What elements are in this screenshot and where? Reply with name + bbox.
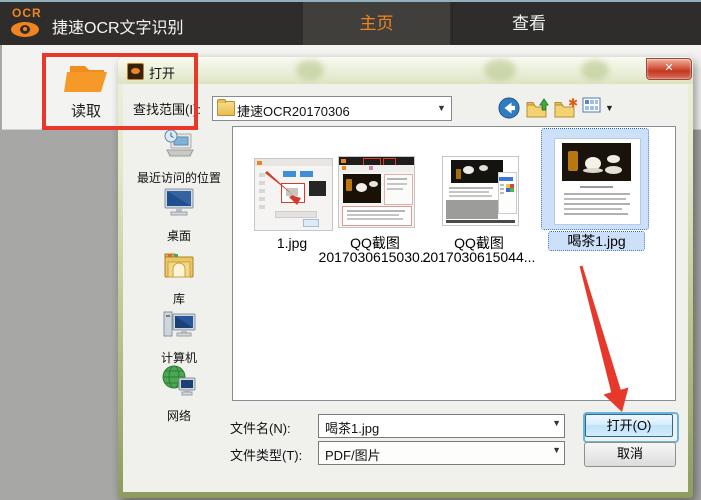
chevron-down-icon[interactable]: ▼ <box>552 418 561 428</box>
file-label-line2[interactable]: 2017030615030... <box>315 249 435 265</box>
up-folder-icon[interactable] <box>526 97 550 120</box>
sidebar-item-network[interactable]: 网络 <box>129 364 229 424</box>
tab-view[interactable]: 查看 <box>452 2 605 45</box>
logo-text: OCR <box>12 6 42 20</box>
filetype-label: 文件类型(T): <box>230 448 303 463</box>
open-file-dialog: 打开 ✕ 查找范围(I): 捷速OCR20170306 ▼ ✱ ▼ 最近访问的位… <box>118 57 693 498</box>
ocr-logo-icon: OCR <box>9 5 47 43</box>
folder-icon <box>217 99 235 116</box>
sidebar-item-label: 库 <box>172 292 185 306</box>
dialog-titlebar: 打开 <box>118 57 693 84</box>
views-caret-icon[interactable]: ▼ <box>605 103 614 113</box>
chevron-down-icon[interactable]: ▼ <box>552 445 561 455</box>
look-in-combobox[interactable]: 捷速OCR20170306 ▼ <box>212 96 452 121</box>
app-window: OCR 捷速OCR文字识别 主页 查看 读取 打开 ✕ 查找范围(I): 捷速O… <box>0 0 701 500</box>
filename-combobox[interactable]: 喝茶1.jpg ▼ <box>318 414 565 438</box>
sidebar-item-label: 最近访问的位置 <box>136 171 221 185</box>
sidebar-item-label: 桌面 <box>166 229 191 243</box>
sidebar-item-libraries[interactable]: 库 <box>129 247 229 307</box>
file-list: 1.jpg QQ截图 2017030615030... QQ截图 2017030… <box>232 126 676 401</box>
sidebar-item-label: 网络 <box>166 409 191 423</box>
filename-label: 文件名(N): <box>230 421 291 436</box>
file-label-line2[interactable]: 2017030615044... <box>419 249 539 265</box>
sidebar-item-computer[interactable]: 计算机 <box>129 308 229 366</box>
filetype-combobox[interactable]: PDF/图片 ▼ <box>318 441 565 465</box>
close-icon[interactable]: ✕ <box>646 58 692 80</box>
dialog-body: 查找范围(I): 捷速OCR20170306 ▼ ✱ ▼ 最近访问的位置 桌面 … <box>123 84 688 492</box>
file-thumbnail-1jpg[interactable] <box>254 158 333 231</box>
open-button-label: 打开(O) <box>585 414 673 437</box>
open-button[interactable]: 打开(O) <box>583 412 679 443</box>
filetype-value: PDF/图片 <box>325 448 381 463</box>
annotation-red-box <box>42 53 198 130</box>
back-icon[interactable] <box>498 97 521 120</box>
sidebar-item-desktop[interactable]: 桌面 <box>129 186 229 244</box>
recent-places-icon <box>164 129 194 157</box>
selected-file-label[interactable]: 喝茶1.jpg <box>548 231 645 251</box>
svg-text:✱: ✱ <box>568 97 578 110</box>
libraries-icon <box>164 253 194 278</box>
view-menu-icon[interactable] <box>582 97 602 114</box>
app-titlebar: OCR 捷速OCR文字识别 主页 查看 <box>0 2 701 45</box>
desktop-icon <box>164 188 194 216</box>
network-icon <box>162 365 196 396</box>
file-thumbnail-hecha <box>554 138 641 225</box>
cancel-button[interactable]: 取消 <box>584 442 676 467</box>
sidebar-item-recent-places[interactable]: 最近访问的位置 <box>129 128 229 186</box>
look-in-value: 捷速OCR20170306 <box>237 104 350 119</box>
app-title: 捷速OCR文字识别 <box>52 20 184 37</box>
tab-home[interactable]: 主页 <box>303 2 450 45</box>
new-folder-icon[interactable]: ✱ <box>554 97 579 120</box>
computer-icon <box>163 311 196 337</box>
file-thumbnail-qq1[interactable] <box>338 156 415 228</box>
selected-file-highlight[interactable] <box>541 128 649 230</box>
chevron-down-icon[interactable]: ▼ <box>434 100 449 115</box>
file-thumbnail-qq2[interactable] <box>442 156 519 226</box>
filename-value: 喝茶1.jpg <box>325 421 380 436</box>
